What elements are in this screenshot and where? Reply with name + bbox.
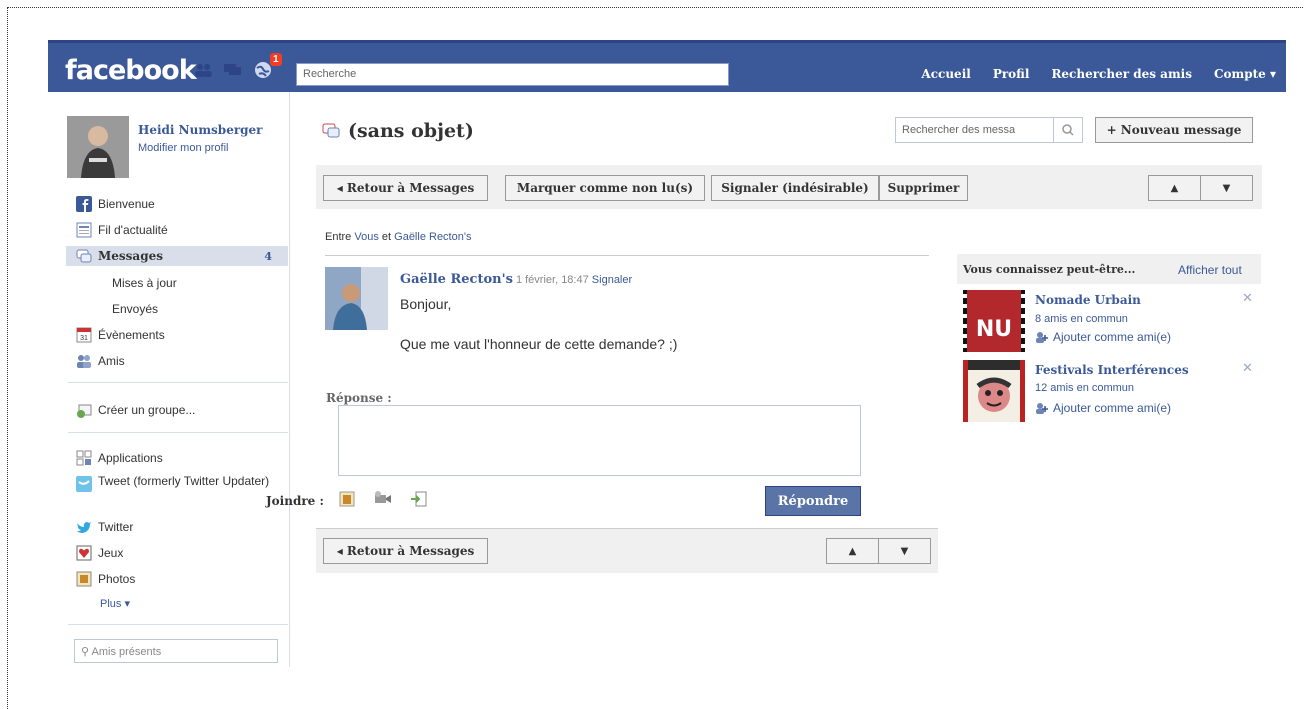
sidebar-item-twitter[interactable]: Twitter xyxy=(76,517,133,537)
search-messages-button[interactable] xyxy=(1053,118,1082,142)
conversation-icon xyxy=(322,123,340,138)
attach-video-icon[interactable] xyxy=(374,490,392,508)
nav-profil[interactable]: Profil xyxy=(993,67,1030,81)
sidebar-item-sent[interactable]: Envoyés xyxy=(112,302,158,316)
nav-find-friends[interactable]: Rechercher des amis xyxy=(1051,67,1192,81)
news-feed-icon xyxy=(76,222,92,238)
apps-icon xyxy=(76,450,92,466)
friend-requests-icon[interactable] xyxy=(194,63,212,77)
search-icon: ⚲ xyxy=(81,646,92,658)
back-to-messages-button-bottom[interactable]: ◂ Retour à Messages xyxy=(323,538,488,564)
sidebar-item-events[interactable]: 31 Évènements xyxy=(76,325,165,345)
photos-icon xyxy=(76,571,92,587)
delete-button[interactable]: Supprimer xyxy=(879,175,968,201)
sender-photo-icon xyxy=(325,267,388,330)
suggestion-mutual-friends[interactable]: 8 amis en commun xyxy=(1035,313,1128,325)
facebook-icon xyxy=(76,196,92,212)
festivals-interferences-logo xyxy=(963,360,1025,422)
next-message-button-bottom[interactable]: ▼ xyxy=(878,538,931,564)
sidebar-item-updates[interactable]: Mises à jour xyxy=(112,276,177,290)
messages-count: 4 xyxy=(264,249,272,263)
sidebar-item-applications[interactable]: Applications xyxy=(76,448,163,468)
nav-accueil[interactable]: Accueil xyxy=(921,67,970,81)
divider xyxy=(325,255,929,256)
people-you-may-know-title: Vous connaissez peut-être... xyxy=(963,263,1136,276)
report-message-link[interactable]: Signaler xyxy=(592,274,632,286)
sidebar-divider xyxy=(68,432,288,433)
messages-icon xyxy=(76,249,92,263)
sidebar-item-tweet[interactable]: Tweet (formerly Twitter Updater) xyxy=(76,474,276,506)
sidebar-item-friends[interactable]: Amis xyxy=(76,351,125,371)
search-icon xyxy=(1062,124,1074,136)
sidebar-item-create-group[interactable]: Créer un groupe... xyxy=(76,400,195,420)
attach-label: Joindre : xyxy=(266,494,324,508)
attach-link-icon[interactable] xyxy=(410,490,428,508)
chat-friends-search[interactable]: ⚲ Amis présents xyxy=(74,639,278,663)
report-spam-button[interactable]: Signaler (indésirable) xyxy=(711,175,879,201)
sidebar-item-games[interactable]: Jeux xyxy=(76,543,123,563)
suggestion-name-link[interactable]: Festivals Interférences xyxy=(1035,363,1189,377)
nomade-urbain-logo: NU xyxy=(963,290,1025,352)
mark-unread-button[interactable]: Marquer comme non lu(s) xyxy=(505,175,705,201)
suggestion-logo-text: NU xyxy=(976,317,1012,342)
messages-jewel-icon[interactable] xyxy=(224,63,242,77)
facebook-logo[interactable]: facebook xyxy=(65,55,197,86)
suggestion-avatar[interactable] xyxy=(963,360,1025,422)
participant-link[interactable]: Gaëlle Recton's xyxy=(394,231,471,243)
search-messages-input[interactable]: Rechercher des messa xyxy=(895,117,1083,143)
dismiss-suggestion-close-icon[interactable]: ✕ xyxy=(1242,360,1253,376)
back-to-messages-button[interactable]: ◂ Retour à Messages xyxy=(323,175,488,201)
sidebar-item-news-feed[interactable]: Fil d'actualité xyxy=(76,220,168,240)
reply-label: Réponse : xyxy=(326,391,392,405)
games-icon xyxy=(76,545,92,561)
add-friend-link[interactable]: Ajouter comme ami(e) xyxy=(1035,401,1171,415)
nav-account-menu[interactable]: Compte ▾ xyxy=(1214,67,1276,81)
page-title: (sans objet) xyxy=(322,120,474,142)
friends-icon xyxy=(77,355,91,368)
search-input[interactable]: Recherche xyxy=(296,63,729,86)
new-message-button[interactable]: + Nouveau message xyxy=(1095,117,1253,143)
sidebar-item-bienvenue[interactable]: Bienvenue xyxy=(76,194,155,214)
reply-submit-button[interactable]: Répondre xyxy=(765,486,861,516)
thread-participants: Entre Vous et Gaëlle Recton's xyxy=(325,231,472,243)
avatar[interactable] xyxy=(67,116,129,178)
previous-message-button[interactable]: ▲ xyxy=(1148,175,1201,201)
tweet-icon xyxy=(76,476,92,492)
message-line-1: Bonjour, xyxy=(400,296,452,312)
add-friend-link[interactable]: Ajouter comme ami(e) xyxy=(1035,330,1171,344)
see-all-link[interactable]: Afficher tout xyxy=(1178,263,1242,277)
suggestion-name-link[interactable]: Nomade Urbain xyxy=(1035,293,1141,307)
group-icon xyxy=(77,404,92,418)
notification-badge: 1 xyxy=(270,53,282,66)
top-nav: Accueil Profil Rechercher des amis Compt… xyxy=(899,67,1276,81)
left-sidebar: Heidi Numsberger Modifier mon profil Bie… xyxy=(48,92,290,667)
top-bar: facebook 1 Recherche Accueil Profil Rech… xyxy=(48,40,1286,92)
attach-photo-icon[interactable] xyxy=(338,490,356,508)
suggestion-avatar[interactable]: NU xyxy=(963,290,1025,352)
next-message-button[interactable]: ▼ xyxy=(1200,175,1253,201)
profile-photo-icon xyxy=(67,116,129,178)
twitter-bird-icon xyxy=(77,522,91,533)
sidebar-divider xyxy=(68,624,288,625)
edit-profile-link[interactable]: Modifier mon profil xyxy=(138,142,228,154)
sender-name-link[interactable]: Gaëlle Recton's xyxy=(400,272,513,287)
message-line-2: Que me vaut l'honneur de cette demande? … xyxy=(400,336,678,352)
sidebar-item-messages[interactable]: Messages 4 xyxy=(66,246,288,266)
message-header: Gaëlle Recton's 1 février, 18:47 Signale… xyxy=(400,272,632,287)
calendar-icon: 31 xyxy=(76,327,92,343)
add-friend-icon xyxy=(1036,332,1048,343)
suggestion-mutual-friends[interactable]: 12 amis en commun xyxy=(1035,382,1134,394)
sidebar-item-photos[interactable]: Photos xyxy=(76,569,135,589)
participant-you-link[interactable]: Vous xyxy=(354,231,378,243)
message-date: 1 février, 18:47 xyxy=(515,274,589,286)
reply-textarea[interactable] xyxy=(338,405,861,476)
add-friend-icon xyxy=(1036,403,1048,414)
sidebar-divider xyxy=(68,382,288,383)
profile-name[interactable]: Heidi Numsberger xyxy=(138,123,263,137)
svg-text:31: 31 xyxy=(80,335,88,342)
sidebar-more-link[interactable]: Plus ▾ xyxy=(100,597,130,610)
sender-avatar[interactable] xyxy=(325,267,388,330)
dismiss-suggestion-close-icon[interactable]: ✕ xyxy=(1242,290,1253,306)
previous-message-button-bottom[interactable]: ▲ xyxy=(826,538,879,564)
